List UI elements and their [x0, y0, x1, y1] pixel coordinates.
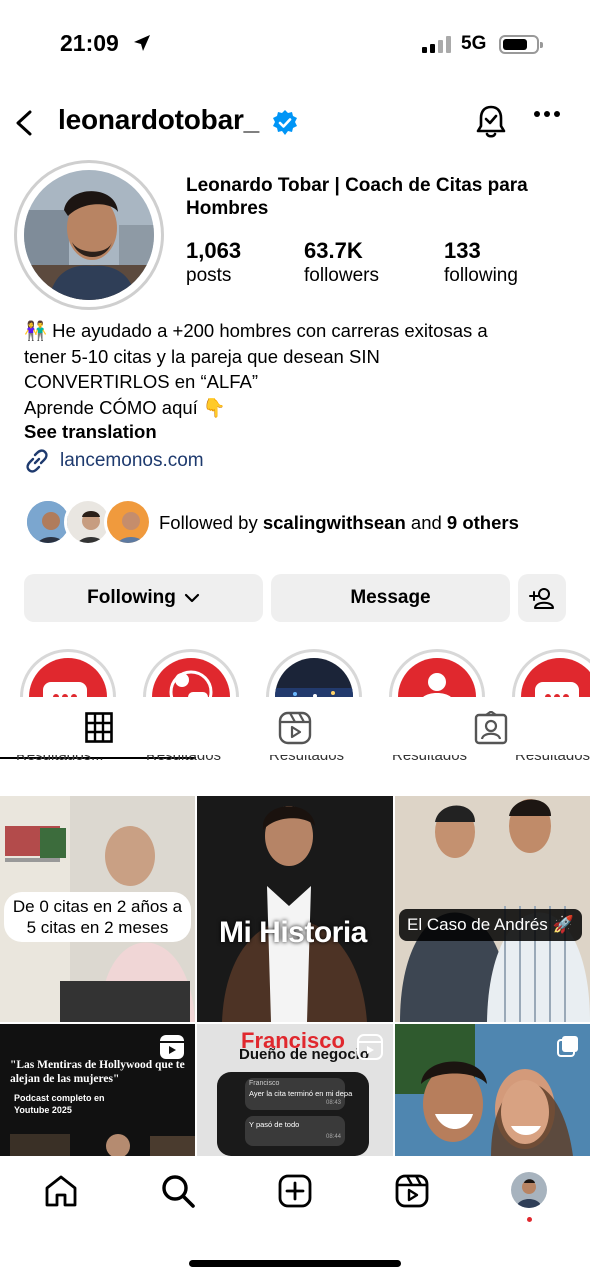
suggested-people-button[interactable]	[518, 574, 566, 622]
chat-timestamp: 08:43	[325, 1100, 341, 1106]
chevron-down-icon	[184, 593, 199, 603]
see-translation-link[interactable]: See translation	[24, 421, 157, 443]
chat-message: Ayer la cita terminó en mi depa	[249, 1089, 353, 1098]
highlight-label: Resultados	[392, 755, 468, 764]
bio: 👫 He ayudado a +200 hombres con carreras…	[24, 318, 574, 420]
highlight-label: Resultados...	[16, 755, 104, 764]
post-subcaption: Dueño de negocio	[239, 1046, 370, 1063]
bio-line: CONVERTIRLOS en “ALFA”	[24, 371, 259, 392]
chat-sender: Francisco	[249, 1080, 280, 1087]
post-tile[interactable]: De 0 citas en 2 años a 5 citas en 2 mese…	[0, 796, 195, 1022]
posts-label: posts	[186, 265, 232, 286]
highlight-circle[interactable]	[389, 649, 485, 697]
more-options-icon[interactable]	[533, 110, 561, 118]
notification-dot	[527, 1217, 532, 1222]
link-icon	[26, 449, 48, 473]
chat-timestamp: 08:44	[325, 1134, 341, 1140]
post-subcaption: Podcast completo en Youtube 2025	[14, 1093, 105, 1115]
chat-message: Y pasó de todo	[249, 1120, 300, 1129]
network-type: 5G	[461, 33, 487, 54]
profile-header: leonardotobar_	[0, 98, 590, 148]
username: leonardotobar_	[58, 104, 260, 135]
chat-bubble: Francisco Ayer la cita terminó en mi dep…	[245, 1078, 352, 1110]
following-button[interactable]: Following	[24, 574, 263, 622]
bio-line: Aprende CÓMO aquí 👇	[24, 396, 226, 418]
search-icon[interactable]	[161, 1174, 195, 1208]
highlight-circle[interactable]	[143, 649, 239, 697]
back-icon[interactable]	[12, 108, 36, 138]
add-person-icon	[529, 588, 554, 609]
status-bar: 21:09 5G	[0, 0, 590, 88]
bio-line: tener 5-10 citas y la pareja que desean …	[24, 345, 380, 367]
message-button[interactable]: Message	[271, 574, 510, 622]
highlight-labels: Resultados... Resultados Resultados Resu…	[0, 755, 590, 769]
post-tile[interactable]	[395, 1024, 590, 1156]
post-caption: "Las Mentiras de Hollywood que te alejan…	[10, 1059, 185, 1085]
signal-icon	[422, 36, 451, 53]
reels-tab-icon[interactable]	[278, 711, 312, 745]
reel-icon	[160, 1035, 184, 1059]
highlight-circle[interactable]	[266, 649, 362, 697]
location-arrow-icon	[134, 35, 150, 51]
post-tile[interactable]: El Caso de Andrés 🚀	[395, 796, 590, 1022]
profile-nav-avatar[interactable]	[511, 1172, 547, 1208]
bio-link[interactable]: lancemonos.com	[24, 448, 204, 474]
followed-by-row[interactable]: Followed by scalingwithsean and 9 others	[24, 498, 584, 548]
notification-bell-icon[interactable]	[474, 104, 508, 140]
tagged-tab-icon[interactable]	[474, 711, 508, 745]
display-name: Leonardo Tobar | Coach de Citas para Hom…	[186, 175, 528, 219]
followers-stat[interactable]: 63.7K followers	[304, 238, 379, 287]
posts-count: 1,063	[186, 238, 242, 263]
reel-icon	[357, 1034, 383, 1060]
followers-label: followers	[304, 265, 379, 286]
home-indicator	[189, 1260, 401, 1267]
profile-tabs	[0, 697, 590, 759]
highlight-circle[interactable]	[512, 649, 590, 697]
post-tile[interactable]: "Las Mentiras de Hollywood que te alejan…	[0, 1024, 195, 1156]
home-icon[interactable]	[44, 1174, 78, 1208]
following-count: 133	[444, 238, 481, 263]
link-text[interactable]: lancemonos.com	[60, 450, 204, 472]
story-highlights	[0, 645, 590, 697]
following-stat[interactable]: 133 following	[444, 238, 518, 287]
highlight-label: Resultados	[269, 755, 345, 764]
chat-bubble: Y pasó de todo 08:44	[245, 1116, 345, 1146]
following-label: following	[444, 265, 518, 286]
grid-tab-icon[interactable]	[85, 711, 113, 743]
highlight-circle[interactable]	[20, 649, 116, 697]
post-caption: De 0 citas en 2 años a 5 citas en 2 mese…	[4, 892, 191, 942]
highlight-label: Resultados	[146, 755, 222, 764]
status-time: 21:09	[60, 30, 119, 56]
post-tile[interactable]: Francisco Dueño de negocio Francisco Aye…	[197, 1024, 393, 1156]
follower-avatar	[104, 498, 152, 546]
carousel-icon	[557, 1036, 578, 1057]
reels-icon[interactable]	[395, 1174, 429, 1208]
create-post-icon[interactable]	[278, 1174, 312, 1208]
post-tile[interactable]: Mi Historia	[197, 796, 393, 1022]
chat-preview: Francisco Ayer la cita terminó en mi dep…	[217, 1072, 369, 1156]
posts-stat[interactable]: 1,063 posts	[186, 238, 241, 287]
post-caption: El Caso de Andrés 🚀	[399, 909, 582, 941]
post-caption: Mi Historia	[219, 916, 367, 949]
followers-count: 63.7K	[304, 238, 363, 263]
highlight-label: Resultados	[515, 755, 590, 764]
followed-by-text: Followed by scalingwithsean and 9 others	[159, 512, 519, 533]
posts-grid: De 0 citas en 2 años a 5 citas en 2 mese…	[0, 796, 590, 1156]
profile-avatar[interactable]	[24, 170, 154, 300]
battery-icon	[499, 35, 543, 54]
verified-badge-icon	[273, 110, 297, 135]
bio-line: 👫 He ayudado a +200 hombres con carreras…	[24, 320, 488, 341]
